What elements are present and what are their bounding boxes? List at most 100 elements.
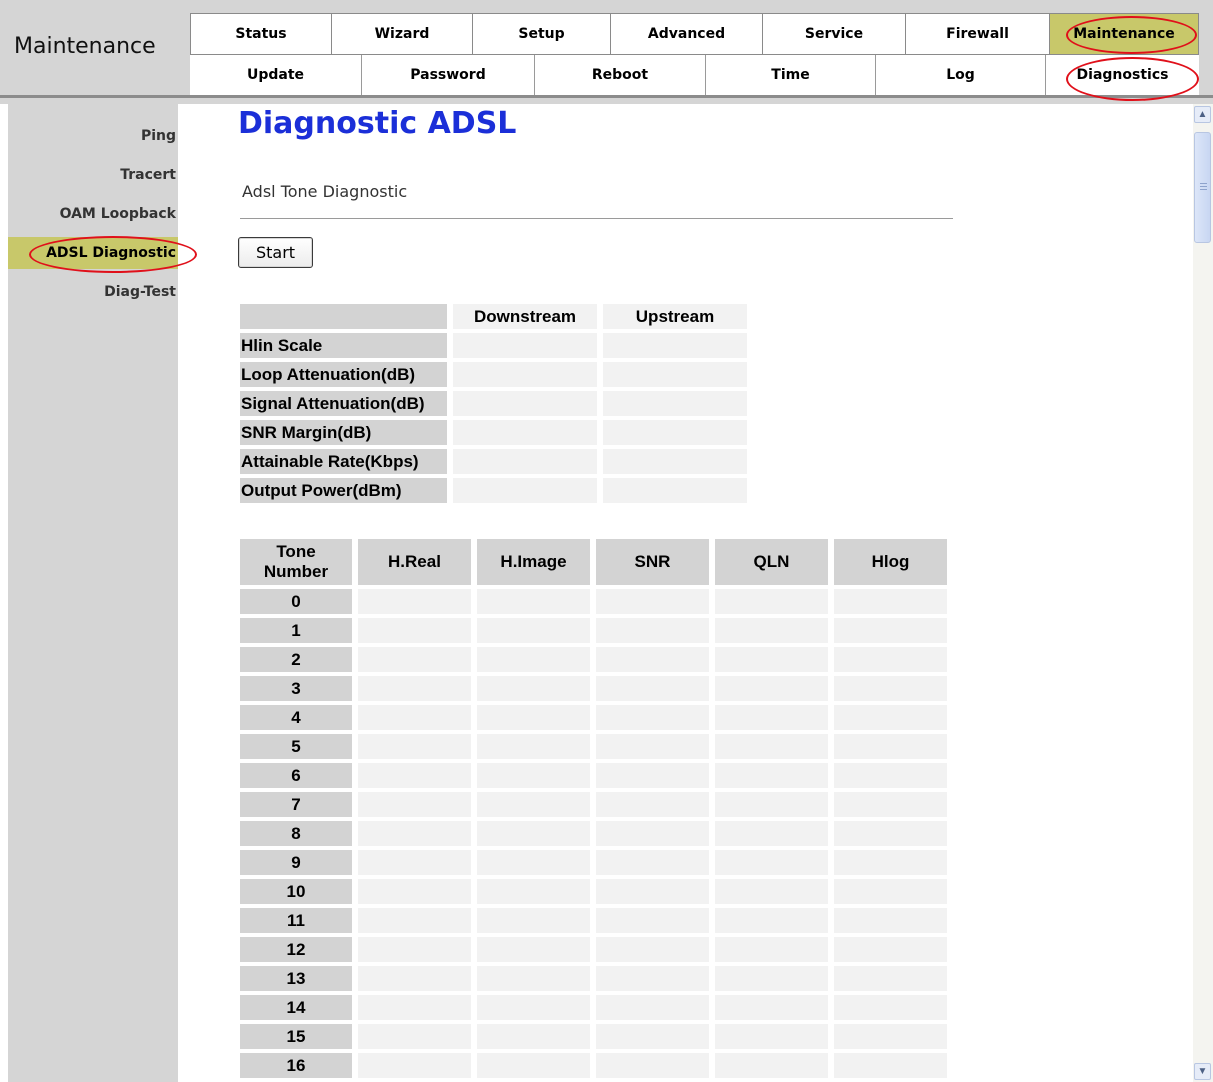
h-image-cell (477, 792, 590, 817)
snr-cell (596, 792, 709, 817)
snr-cell (596, 937, 709, 962)
table-row: 0 (240, 589, 947, 614)
chevron-up-icon[interactable]: ▲ (1194, 106, 1211, 123)
table-row: 9 (240, 850, 947, 875)
tone-number-label: Tone Number (263, 542, 329, 581)
hlog-cell (834, 763, 947, 788)
stats-header-row: Downstream Upstream (240, 304, 747, 329)
table-row: 16 (240, 1053, 947, 1078)
start-button[interactable]: Start (238, 237, 313, 268)
h-real-cell (358, 618, 471, 643)
table-row: SNR Margin(dB) (240, 420, 747, 445)
tab-status[interactable]: Status (190, 13, 332, 55)
tone-number-cell: 14 (240, 995, 352, 1020)
tab-maintenance[interactable]: Maintenance (1050, 13, 1199, 55)
hlog-cell (834, 589, 947, 614)
h-image-cell (477, 705, 590, 730)
tone-table: Tone Number H.Real H.Image SNR QLN Hlog … (234, 535, 953, 1082)
upstream-value (603, 449, 747, 474)
h-real-cell (358, 792, 471, 817)
tone-number-cell: 12 (240, 937, 352, 962)
row-label: Loop Attenuation(dB) (240, 362, 447, 387)
h-image-cell (477, 908, 590, 933)
upstream-value (603, 420, 747, 445)
page-title: Diagnostic ADSL (238, 106, 517, 141)
hlog-cell (834, 734, 947, 759)
h-real-cell (358, 850, 471, 875)
h-image-cell (477, 937, 590, 962)
qln-cell (715, 850, 828, 875)
h-image-cell (477, 995, 590, 1020)
tab-service[interactable]: Service (763, 13, 906, 55)
h-image-cell (477, 821, 590, 846)
tone-number-cell: 4 (240, 705, 352, 730)
qln-cell (715, 908, 828, 933)
subtab-diagnostics[interactable]: Diagnostics (1046, 55, 1199, 95)
main-content: Diagnostic ADSL Adsl Tone Diagnostic Sta… (178, 104, 1191, 1082)
tab-wizard[interactable]: Wizard (332, 13, 473, 55)
tab-firewall[interactable]: Firewall (906, 13, 1050, 55)
subtab-update[interactable]: Update (190, 55, 362, 95)
h-real-cell (358, 1024, 471, 1049)
section-subtitle: Adsl Tone Diagnostic (242, 182, 408, 201)
snr-cell (596, 908, 709, 933)
hlog-cell (834, 1024, 947, 1049)
qln-cell (715, 966, 828, 991)
h-image-cell (477, 1053, 590, 1078)
sidebar-item-diag-test[interactable]: Diag-Test (104, 284, 176, 300)
upstream-value (603, 391, 747, 416)
hlog-cell (834, 850, 947, 875)
table-row: Output Power(dBm) (240, 478, 747, 503)
snr-cell (596, 850, 709, 875)
hlog-cell (834, 1053, 947, 1078)
table-row: Signal Attenuation(dB) (240, 391, 747, 416)
sidebar-item-ping[interactable]: Ping (141, 128, 176, 144)
chevron-down-icon[interactable]: ▼ (1194, 1063, 1211, 1080)
h-real-cell (358, 879, 471, 904)
sidebar-item-tracert[interactable]: Tracert (120, 167, 176, 183)
tone-number-cell: 15 (240, 1024, 352, 1049)
hlog-cell (834, 647, 947, 672)
table-row: 13 (240, 966, 947, 991)
row-label: Signal Attenuation(dB) (240, 391, 447, 416)
snr-cell (596, 763, 709, 788)
snr-cell (596, 618, 709, 643)
h-image-cell (477, 676, 590, 701)
hlog-cell (834, 908, 947, 933)
stats-header-blank (240, 304, 447, 329)
h-real-cell (358, 908, 471, 933)
snr-cell (596, 676, 709, 701)
qln-cell (715, 734, 828, 759)
hlog-cell (834, 676, 947, 701)
table-row: 8 (240, 821, 947, 846)
downstream-value (453, 420, 597, 445)
vertical-scrollbar[interactable]: ▲ ▼ (1193, 104, 1213, 1082)
scrollbar-thumb[interactable] (1194, 132, 1211, 243)
qln-cell (715, 937, 828, 962)
sidebar-item-adsl-diagnostic[interactable]: ADSL Diagnostic (8, 237, 178, 269)
tab-setup[interactable]: Setup (473, 13, 611, 55)
subtab-time[interactable]: Time (706, 55, 876, 95)
qln-cell (715, 792, 828, 817)
qln-cell (715, 1053, 828, 1078)
qln-cell (715, 763, 828, 788)
subtab-password[interactable]: Password (362, 55, 535, 95)
sidebar-item-oam-loopback[interactable]: OAM Loopback (60, 206, 176, 222)
tone-number-cell: 3 (240, 676, 352, 701)
tone-table-body: 0 1 2 3 4 5 6 7 8 9 10 11 12 13 14 15 16 (240, 589, 947, 1078)
row-label: Attainable Rate(Kbps) (240, 449, 447, 474)
tone-header-row: Tone Number H.Real H.Image SNR QLN Hlog (240, 539, 947, 585)
tone-number-cell: 5 (240, 734, 352, 759)
tab-advanced[interactable]: Advanced (611, 13, 763, 55)
subtab-log[interactable]: Log (876, 55, 1046, 95)
tone-number-cell: 2 (240, 647, 352, 672)
hlog-cell (834, 879, 947, 904)
h-real-cell (358, 589, 471, 614)
table-row: 5 (240, 734, 947, 759)
h-real-cell (358, 676, 471, 701)
table-row: 6 (240, 763, 947, 788)
tone-number-cell: 0 (240, 589, 352, 614)
h-real-cell (358, 647, 471, 672)
subtab-reboot[interactable]: Reboot (535, 55, 706, 95)
h-image-cell (477, 618, 590, 643)
